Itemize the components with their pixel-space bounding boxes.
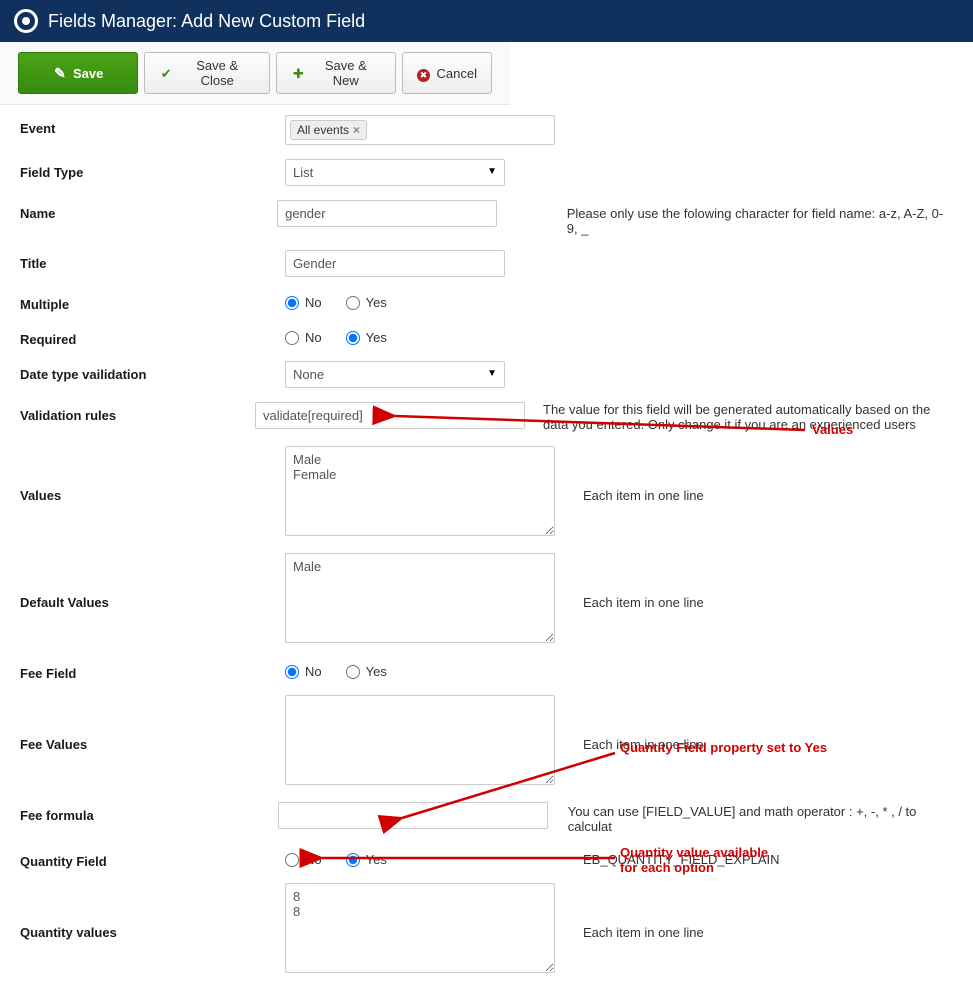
hint-fee-formula: You can use [FIELD_VALUE] and math opera… [568,802,953,834]
label-date-validation: Date type vailidation [20,361,285,382]
label-fee-values: Fee Values [20,731,285,752]
required-radio-group: No Yes [285,326,565,345]
fee-field-yes[interactable]: Yes [346,664,387,679]
row-default-values: Default Values Each item in one line [20,553,953,646]
save-new-button[interactable]: Save & New [276,52,395,94]
required-yes[interactable]: Yes [346,330,387,345]
multiple-no[interactable]: No [285,295,322,310]
save-close-label: Save & Close [179,58,256,88]
hint-validation-rules: The value for this field will be generat… [543,402,953,432]
validation-rules-input[interactable] [255,402,525,429]
fee-field-radio-group: No Yes [285,660,565,679]
name-input[interactable] [277,200,497,227]
label-quantity-values: Quantity values [20,919,285,940]
event-tag-label: All events [297,123,349,137]
label-default-values: Default Values [20,589,285,610]
label-field-type: Field Type [20,159,285,180]
label-title: Title [20,250,285,271]
label-values: Values [20,482,285,503]
quantity-values-textarea[interactable] [285,883,555,973]
check-icon [159,66,173,80]
row-fee-field: Fee Field No Yes [20,660,953,681]
save-button-label: Save [73,66,103,81]
page-title: Fields Manager: Add New Custom Field [48,11,365,32]
hint-fee-values: Each item in one line [583,731,704,752]
label-fee-formula: Fee formula [20,802,278,823]
hint-quantity-field: EB_QUANTITY_FIELD_EXPLAIN [583,848,780,867]
save-icon [53,66,67,80]
values-textarea[interactable] [285,446,555,536]
hint-name: Please only use the folowing character f… [567,200,953,236]
event-tag: All events × [290,120,367,140]
fee-values-textarea[interactable] [285,695,555,785]
required-no[interactable]: No [285,330,322,345]
remove-tag-icon[interactable]: × [353,123,360,137]
label-event: Event [20,115,285,136]
cancel-button[interactable]: Cancel [402,52,492,94]
hint-default-values: Each item in one line [583,589,704,610]
row-date-validation: Date type vailidation None [20,361,953,388]
quantity-field-no[interactable]: No [285,852,322,867]
row-values: Values Each item in one line [20,446,953,539]
row-multiple: Multiple No Yes [20,291,953,312]
hint-quantity-values: Each item in one line [583,919,704,940]
fee-formula-input[interactable] [278,802,548,829]
label-quantity-field: Quantity Field [20,848,285,869]
quantity-field-yes[interactable]: Yes [346,852,387,867]
save-button[interactable]: Save [18,52,138,94]
multiple-radio-group: No Yes [285,291,565,310]
label-multiple: Multiple [20,291,285,312]
cancel-label: Cancel [437,66,477,81]
row-name: Name Please only use the folowing charac… [20,200,953,236]
row-title: Title [20,250,953,277]
default-values-textarea[interactable] [285,553,555,643]
multiple-yes[interactable]: Yes [346,295,387,310]
fee-field-no[interactable]: No [285,664,322,679]
save-new-label: Save & New [311,58,380,88]
form: Event All events × Field Type List Name … [0,105,973,1000]
toolbar: Save Save & Close Save & New Cancel [0,42,510,105]
label-fee-field: Fee Field [20,660,285,681]
row-required: Required No Yes [20,326,953,347]
date-validation-select[interactable]: None [285,361,505,388]
label-validation-rules: Validation rules [20,402,255,423]
plus-icon [291,66,305,80]
row-fee-formula: Fee formula You can use [FIELD_VALUE] an… [20,802,953,834]
event-input[interactable]: All events × [285,115,555,145]
app-logo-icon [14,9,38,33]
row-quantity-values: Quantity values Each item in one line [20,883,953,976]
save-close-button[interactable]: Save & Close [144,52,270,94]
label-name: Name [20,200,277,221]
title-input[interactable] [285,250,505,277]
hint-values: Each item in one line [583,482,704,503]
row-quantity-field: Quantity Field No Yes EB_QUANTITY_FIELD_… [20,848,953,869]
field-type-select[interactable]: List [285,159,505,186]
row-validation-rules: Validation rules The value for this fiel… [20,402,953,432]
row-fee-values: Fee Values Each item in one line [20,695,953,788]
row-event: Event All events × [20,115,953,145]
label-required: Required [20,326,285,347]
row-field-type: Field Type List [20,159,953,186]
cancel-icon [417,66,431,80]
page-header: Fields Manager: Add New Custom Field [0,0,973,42]
quantity-field-radio-group: No Yes [285,848,565,867]
